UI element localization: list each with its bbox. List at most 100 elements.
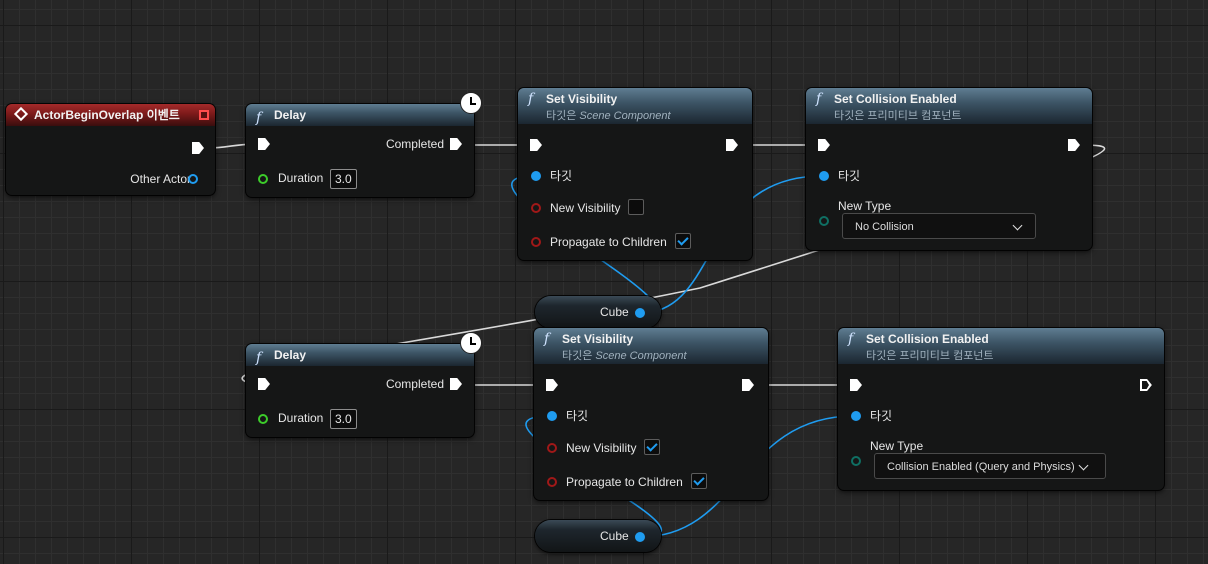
set-visibility-1-new-visibility-label: New Visibility <box>550 201 621 215</box>
set-visibility-2-new-visibility-row: New Visibility <box>566 438 636 458</box>
set-visibility-2-subtitle-prefix: 타깃은 <box>562 350 596 362</box>
function-icon: f <box>816 91 822 107</box>
set-visibility-2-propagate-row: Propagate to Children <box>566 472 683 492</box>
delay-1-header[interactable]: f Delay <box>246 104 474 126</box>
set-collision-2-new-type-pin[interactable] <box>851 456 861 466</box>
stop-icon <box>199 110 209 120</box>
delay-node-2[interactable]: f Delay Completed Duration 3.0 <box>246 344 474 437</box>
set-visibility-2-title: Set Visibility <box>562 332 634 346</box>
event-diamond-icon <box>13 106 29 122</box>
set-collision-2-new-type-value: Collision Enabled (Query and Physics) <box>887 461 1075 473</box>
set-visibility-1-subtitle: 타깃은 Scene Component <box>546 107 752 123</box>
set-collision-1-subtitle: 타깃은 프리미티브 컴포넌트 <box>834 110 962 122</box>
set-collision-1-new-type-pin[interactable] <box>819 216 829 226</box>
delay-1-duration-label: Duration <box>278 171 324 185</box>
delay-2-duration-row: Duration <box>278 408 323 428</box>
set-visibility-1-exec-out-pin[interactable] <box>726 139 738 151</box>
function-icon: f <box>256 350 262 366</box>
delay-2-header[interactable]: f Delay <box>246 344 474 366</box>
set-visibility-1-target-row: 타깃 <box>550 166 572 186</box>
set-visibility-1-subtitle-prefix: 타깃은 <box>546 110 580 122</box>
set-visibility-2-exec-in-pin[interactable] <box>546 379 558 391</box>
set-visibility-2-propagate-label: Propagate to Children <box>566 475 683 489</box>
set-visibility-1-header[interactable]: f Set Visibility 타깃은 Scene Component <box>518 88 752 124</box>
delay-1-duration-pin[interactable] <box>258 174 268 184</box>
set-collision-1-new-type-value: No Collision <box>855 221 914 233</box>
set-visibility-2-target-pin[interactable] <box>547 411 557 421</box>
set-visibility-1-target-label: 타깃 <box>550 169 573 183</box>
event-node-title: ActorBeginOverlap 이벤트 <box>34 108 180 122</box>
set-visibility-2-new-visibility-label: New Visibility <box>566 441 637 455</box>
delay-node-1[interactable]: f Delay Completed Duration 3.0 <box>246 104 474 197</box>
set-visibility-1-new-visibility-checkbox[interactable] <box>628 199 644 215</box>
set-collision-1-title: Set Collision Enabled <box>834 92 957 106</box>
set-collision-1-exec-in-pin[interactable] <box>818 139 830 151</box>
set-visibility-2-header[interactable]: f Set Visibility 타깃은 Scene Component <box>534 328 768 364</box>
cube-2-output-pin[interactable] <box>635 532 645 542</box>
set-visibility-1-title: Set Visibility <box>546 92 618 106</box>
set-visibility-2-target-row: 타깃 <box>566 406 588 426</box>
delay-2-completed-pin[interactable] <box>450 378 462 390</box>
set-visibility-2-subtitle-target: Scene Component <box>595 350 687 362</box>
set-collision-2-subtitle: 타깃은 프리미티브 컴포넌트 <box>866 350 994 362</box>
set-collision-2-target-label: 타깃 <box>870 409 893 423</box>
other-actor-row: Other Actor <box>130 169 191 189</box>
delay-1-duration-input[interactable]: 3.0 <box>330 169 357 189</box>
set-visibility-2-propagate-pin[interactable] <box>547 477 557 487</box>
set-collision-1-header[interactable]: f Set Collision Enabled 타깃은 프리미티브 컴포넌트 <box>806 88 1092 124</box>
set-collision-1-target-label: 타깃 <box>838 169 861 183</box>
set-visibility-1-propagate-checkbox[interactable] <box>675 233 691 249</box>
set-collision-2-target-pin[interactable] <box>851 411 861 421</box>
set-visibility-2-new-visibility-pin[interactable] <box>547 443 557 453</box>
function-icon: f <box>256 110 262 126</box>
delay-1-duration-row: Duration <box>278 168 323 188</box>
set-collision-1-target-row: 타깃 <box>838 166 860 186</box>
set-visibility-2-propagate-checkbox[interactable] <box>691 473 707 489</box>
set-collision-1-new-type-label: New Type <box>838 199 892 213</box>
set-collision-1-new-type-dropdown[interactable]: No Collision <box>842 213 1036 239</box>
cube-2-label: Cube <box>600 529 629 543</box>
cube-1-label: Cube <box>600 305 629 319</box>
function-icon: f <box>848 331 854 347</box>
chevron-down-icon <box>1078 460 1089 471</box>
set-visibility-1-target-pin[interactable] <box>531 171 541 181</box>
delay-1-exec-in-pin[interactable] <box>258 138 270 150</box>
delay-2-exec-in-pin[interactable] <box>258 378 270 390</box>
event-node-actor-begin-overlap[interactable]: ActorBeginOverlap 이벤트 Other Actor <box>6 104 215 195</box>
set-visibility-1-propagate-label: Propagate to Children <box>550 235 667 249</box>
set-visibility-1-propagate-pin[interactable] <box>531 237 541 247</box>
delay-2-duration-label: Duration <box>278 411 324 425</box>
set-visibility-node-1[interactable]: f Set Visibility 타깃은 Scene Component 타깃 … <box>518 88 752 260</box>
set-visibility-2-exec-out-pin[interactable] <box>742 379 754 391</box>
delay-2-duration-input[interactable]: 3.0 <box>330 409 357 429</box>
set-visibility-1-exec-in-pin[interactable] <box>530 139 542 151</box>
set-collision-2-target-row: 타깃 <box>870 406 892 426</box>
set-visibility-node-2[interactable]: f Set Visibility 타깃은 Scene Component 타깃 … <box>534 328 768 500</box>
delay-1-completed-pin[interactable] <box>450 138 462 150</box>
delay-1-completed-row: Completed <box>386 134 444 154</box>
cube-variable-node-2[interactable]: Cube <box>535 520 661 552</box>
event-node-header[interactable]: ActorBeginOverlap 이벤트 <box>6 104 215 126</box>
set-collision-node-1[interactable]: f Set Collision Enabled 타깃은 프리미티브 컴포넌트 타… <box>806 88 1092 250</box>
set-collision-2-new-type-label: New Type <box>870 439 924 453</box>
cube-1-output-pin[interactable] <box>635 308 645 318</box>
delay-2-title: Delay <box>274 348 307 362</box>
set-visibility-2-new-visibility-checkbox[interactable] <box>644 439 660 455</box>
set-collision-1-target-pin[interactable] <box>819 171 829 181</box>
cube-variable-node-1[interactable]: Cube <box>535 296 661 328</box>
set-collision-1-exec-out-pin[interactable] <box>1068 139 1080 151</box>
exec-out-pin[interactable] <box>192 142 204 154</box>
delay-2-completed-label: Completed <box>385 377 444 391</box>
set-collision-2-exec-in-pin[interactable] <box>850 379 862 391</box>
set-collision-node-2[interactable]: f Set Collision Enabled 타깃은 프리미티브 컴포넌트 타… <box>838 328 1164 490</box>
delay-1-title: Delay <box>274 108 307 122</box>
set-visibility-2-target-label: 타깃 <box>566 409 589 423</box>
set-collision-2-new-type-dropdown[interactable]: Collision Enabled (Query and Physics) <box>874 453 1106 479</box>
delay-2-duration-pin[interactable] <box>258 414 268 424</box>
other-actor-pin[interactable] <box>188 174 198 184</box>
other-actor-label: Other Actor <box>130 172 191 186</box>
set-collision-2-header[interactable]: f Set Collision Enabled 타깃은 프리미티브 컴포넌트 <box>838 328 1164 364</box>
set-collision-2-title: Set Collision Enabled <box>866 332 989 346</box>
set-collision-2-exec-out-pin[interactable] <box>1140 379 1152 391</box>
set-visibility-1-new-visibility-pin[interactable] <box>531 203 541 213</box>
